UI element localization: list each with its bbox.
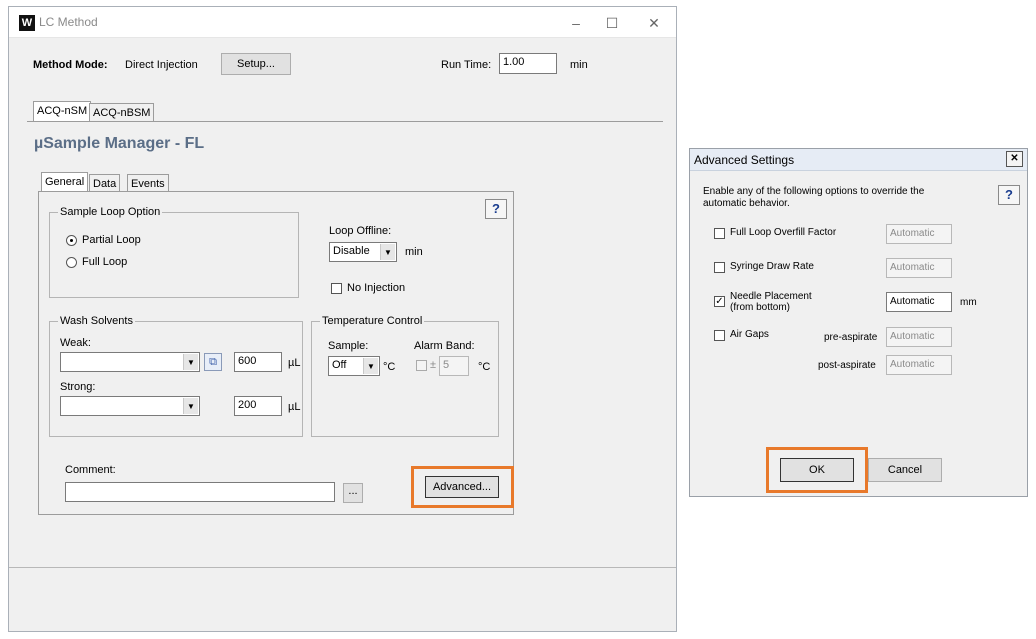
strong-volume-unit: µL [288,401,301,413]
pre-aspirate-input[interactable]: Automatic [886,327,952,347]
weak-label: Weak: [60,337,91,349]
post-aspirate-input[interactable]: Automatic [886,355,952,375]
dropdown-arrow-icon: ▼ [183,354,198,370]
no-injection-checkbox[interactable] [331,283,342,294]
solvent-library-icon[interactable]: ⧉ [204,353,222,371]
comment-input[interactable] [65,482,335,502]
sample-temp-value: Off [332,359,347,371]
dialog-description: Enable any of the following options to o… [703,186,924,210]
maximize-icon[interactable]: ☐ [601,13,623,33]
title-bar: W LC Method – ☐ ✕ [9,7,676,38]
needle-placement-unit: mm [960,297,977,308]
dropdown-arrow-icon: ▼ [380,244,395,260]
temperature-control-title: Temperature Control [320,315,425,327]
loop-offline-select[interactable]: Disable ▼ [329,242,397,262]
ok-button[interactable]: OK [780,458,854,482]
sample-temp-label: Sample: [328,340,369,352]
module-title: µSample Manager - FL [34,135,205,152]
tab-general[interactable]: General [41,172,89,192]
full-loop-label: Full Loop [82,256,128,268]
window-divider [9,567,676,568]
alarm-band-unit: °C [478,361,491,373]
partial-loop-radio[interactable] [66,235,77,246]
needle-placement-label-line-2: (from bottom) [730,302,791,313]
method-mode-label: Method Mode: [33,59,108,71]
loop-offline-label: Loop Offline: [329,225,392,237]
needle-placement-label: Needle Placement (from bottom) [730,291,812,313]
app-logo-icon: W [19,15,35,31]
close-icon[interactable]: ✕ [643,13,665,33]
run-time-label: Run Time: [441,59,492,71]
full-loop-radio[interactable] [66,257,77,268]
alarm-band-checkbox[interactable] [416,360,427,371]
general-panel: ? Sample Loop Option Partial Loop Full L… [38,191,514,515]
sample-temp-unit: °C [383,361,396,373]
pre-aspirate-label: pre-aspirate [824,332,878,343]
tab-events[interactable]: Events [127,174,169,192]
tab-acq-nsm[interactable]: ACQ-nSM [33,101,92,121]
syringe-draw-rate-label: Syringe Draw Rate [730,261,814,272]
comment-label: Comment: [65,464,116,476]
full-loop-overfill-checkbox[interactable] [714,228,725,239]
method-mode-value: Direct Injection [125,59,198,71]
run-time-unit: min [570,59,588,71]
alarm-plus-minus: ± [430,359,437,371]
minimize-icon[interactable]: – [565,13,587,33]
comment-browse-button[interactable]: ... [343,483,363,503]
alarm-band-input[interactable]: 5 [439,356,469,376]
needle-placement-input[interactable]: Automatic [886,292,952,312]
wash-solvents-group: Wash Solvents Weak: ▼ ⧉ 600 µL Strong: ▼… [49,315,303,437]
tab-acq-nbsm[interactable]: ACQ-nBSM [89,103,155,121]
air-gaps-label: Air Gaps [730,329,769,340]
weak-volume-input[interactable]: 600 [234,352,282,372]
sample-temp-select[interactable]: Off ▼ [328,356,380,376]
full-loop-overfill-label: Full Loop Overfill Factor [730,227,837,238]
weak-volume-unit: µL [288,357,301,369]
tab-divider [27,121,663,122]
dialog-title: Advanced Settings [694,153,795,167]
wash-solvents-title: Wash Solvents [58,315,135,327]
setup-button[interactable]: Setup... [221,53,291,75]
syringe-draw-rate-input[interactable]: Automatic [886,258,952,278]
run-time-input[interactable]: 1.00 [499,53,557,74]
air-gaps-checkbox[interactable] [714,330,725,341]
strong-label: Strong: [60,381,96,393]
strong-solvent-select[interactable]: ▼ [60,396,200,416]
lc-method-window: W LC Method – ☐ ✕ Method Mode: Direct In… [8,6,677,632]
description-line-1: Enable any of the following options to o… [703,186,925,197]
cancel-button[interactable]: Cancel [868,458,942,482]
sample-loop-title: Sample Loop Option [58,206,163,218]
strong-volume-input[interactable]: 200 [234,396,282,416]
alarm-band-label: Alarm Band: [414,340,475,352]
weak-solvent-select[interactable]: ▼ [60,352,200,372]
window-title: LC Method [39,15,98,29]
no-injection-label: No Injection [347,282,406,294]
temperature-control-group: Temperature Control Sample: Off ▼ °C Ala… [311,315,499,437]
needle-placement-checkbox[interactable]: ✓ [714,296,725,307]
dropdown-arrow-icon: ▼ [183,398,198,414]
tab-data[interactable]: Data [89,174,121,192]
dialog-close-icon[interactable]: ✕ [1006,151,1023,167]
advanced-button[interactable]: Advanced... [425,476,499,498]
partial-loop-label: Partial Loop [82,234,141,246]
advanced-settings-dialog: Advanced Settings ✕ Enable any of the fo… [689,148,1028,497]
post-aspirate-label: post-aspirate [818,360,876,371]
sample-loop-group: Sample Loop Option Partial Loop Full Loo… [49,206,299,298]
syringe-draw-rate-checkbox[interactable] [714,262,725,273]
full-loop-overfill-input[interactable]: Automatic [886,224,952,244]
loop-offline-value: Disable [333,245,370,257]
description-line-2: automatic behavior. [703,198,790,209]
dialog-help-icon[interactable]: ? [998,185,1020,205]
needle-placement-label-line-1: Needle Placement [730,291,812,302]
dropdown-arrow-icon: ▼ [363,358,378,374]
loop-offline-unit: min [405,246,423,258]
dialog-title-bar: Advanced Settings ✕ [690,149,1027,171]
help-icon[interactable]: ? [485,199,507,219]
